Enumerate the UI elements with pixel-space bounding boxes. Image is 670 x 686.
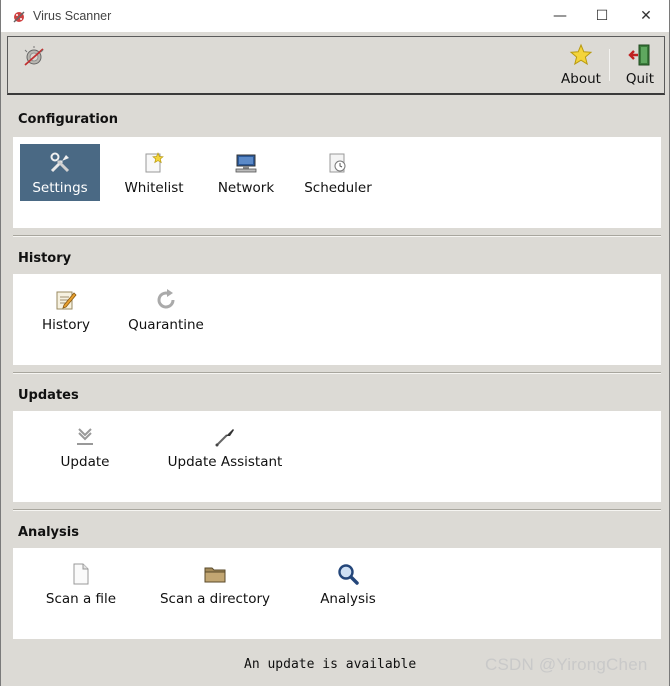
update-label: Update	[60, 454, 110, 470]
about-button[interactable]: About	[558, 43, 604, 89]
folder-icon	[204, 567, 226, 583]
status-message: An update is available	[244, 657, 417, 672]
toolbar-separator	[609, 49, 610, 81]
configuration-section-title: Configuration	[18, 112, 118, 127]
network-computer-icon	[235, 154, 257, 173]
updates-section-title: Updates	[18, 388, 79, 403]
watermark-text: CSDN @YirongChen	[485, 655, 648, 674]
quarantine-refresh-icon	[157, 289, 175, 309]
virus-scanner-app-icon	[13, 11, 25, 23]
analysis-label: Analysis	[320, 591, 376, 607]
file-icon	[73, 563, 89, 585]
virus-scanner-logo-icon	[24, 46, 44, 66]
section-divider	[13, 509, 661, 511]
quit-label: Quit	[625, 71, 655, 87]
analysis-panel: Scan a file Scan a directory Analysis	[13, 548, 661, 639]
exit-door-icon	[628, 44, 650, 66]
scan-directory-item[interactable]: Scan a directory	[159, 555, 271, 612]
update-item[interactable]: Update	[53, 418, 117, 475]
scheduler-clock-page-icon	[329, 153, 346, 173]
network-item[interactable]: Network	[213, 144, 279, 201]
scheduler-label: Scheduler	[304, 180, 372, 196]
whitelist-star-page-icon	[145, 152, 164, 173]
whitelist-item[interactable]: Whitelist	[121, 144, 187, 201]
settings-label: Settings	[32, 180, 88, 196]
tools-icon	[50, 152, 70, 173]
network-label: Network	[217, 180, 275, 196]
history-notepad-icon	[56, 291, 77, 310]
history-section-title: History	[18, 251, 72, 266]
update-assistant-item[interactable]: Update Assistant	[165, 418, 285, 475]
app-window: Virus Scanner — ☐ ✕ About Quit Configura…	[0, 0, 670, 686]
scan-directory-label: Scan a directory	[159, 591, 271, 607]
title-bar: Virus Scanner — ☐ ✕	[1, 0, 669, 32]
settings-item[interactable]: Settings	[20, 144, 100, 201]
scan-file-item[interactable]: Scan a file	[43, 555, 119, 612]
maximize-button[interactable]: ☐	[579, 0, 625, 32]
scheduler-item[interactable]: Scheduler	[303, 144, 373, 201]
close-button[interactable]: ✕	[623, 0, 669, 32]
section-divider	[13, 372, 661, 374]
quarantine-item[interactable]: Quarantine	[126, 281, 206, 338]
analysis-item[interactable]: Analysis	[313, 555, 383, 612]
whitelist-label: Whitelist	[124, 180, 184, 196]
updates-panel: Update Update Assistant	[13, 411, 661, 502]
eyedropper-icon	[215, 429, 234, 447]
about-label: About	[561, 71, 601, 87]
quit-button[interactable]: Quit	[620, 43, 660, 89]
analysis-section-title: Analysis	[18, 525, 79, 540]
section-divider	[13, 235, 661, 237]
configuration-panel: Settings Whitelist Network Scheduler	[13, 137, 661, 228]
history-label: History	[41, 317, 91, 333]
history-panel: History Quarantine	[13, 274, 661, 365]
download-arrow-icon	[77, 428, 93, 445]
history-item[interactable]: History	[33, 281, 99, 338]
main-toolbar: About Quit	[7, 36, 665, 95]
window-title: Virus Scanner	[33, 9, 112, 23]
minimize-button[interactable]: —	[537, 0, 583, 32]
update-assistant-label: Update Assistant	[167, 454, 283, 470]
scan-file-label: Scan a file	[45, 591, 117, 607]
star-icon	[569, 43, 593, 66]
quarantine-label: Quarantine	[128, 317, 204, 333]
magnifier-icon	[338, 564, 359, 585]
